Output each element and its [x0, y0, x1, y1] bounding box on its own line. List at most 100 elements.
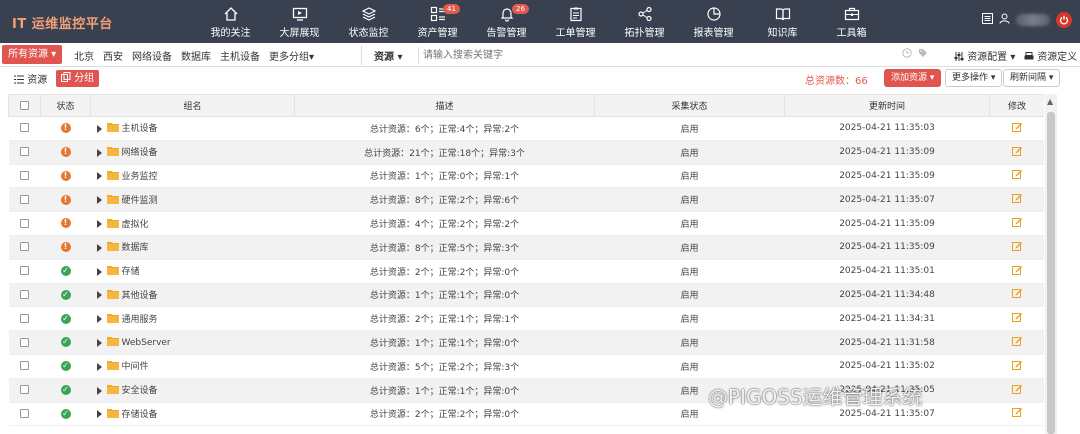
refresh-interval-button[interactable]: 刷新间隔 ▾	[1003, 69, 1061, 87]
group-filter-item[interactable]: 主机设备	[220, 48, 269, 63]
expand-arrow-icon[interactable]	[96, 315, 102, 324]
table-row[interactable]: ! 虚拟化 总计资源：4个；正常:2个；异常:2个 启用 2025-04-21 11:3…	[8, 211, 1044, 236]
edit-icon[interactable]	[1012, 146, 1022, 159]
nav-item-7[interactable]: 报表管理	[679, 0, 748, 43]
group-name-cell[interactable]: 存储设备	[90, 402, 295, 427]
row-select-cell[interactable]	[8, 211, 41, 236]
row-select-cell[interactable]	[8, 140, 41, 165]
group-filter-item[interactable]: 北京	[74, 48, 103, 63]
edit-icon[interactable]	[1012, 193, 1022, 206]
history-clock-icon[interactable]	[902, 48, 912, 61]
edit-cell[interactable]	[989, 211, 1044, 236]
nav-item-6[interactable]: 拓扑管理	[610, 0, 679, 43]
group-name-cell[interactable]: 网络设备	[90, 140, 295, 165]
header-group-name[interactable]: 组名	[90, 94, 295, 117]
group-filter-item[interactable]: 数据库	[181, 48, 220, 63]
group-name-cell[interactable]: 其他设备	[90, 283, 295, 308]
group-name[interactable]: 数据库	[122, 243, 149, 253]
row-checkbox[interactable]	[20, 337, 29, 347]
row-checkbox[interactable]	[20, 385, 29, 395]
expand-arrow-icon[interactable]	[96, 386, 102, 395]
group-name[interactable]: 其他设备	[122, 291, 158, 301]
group-view-button[interactable]: 分组	[56, 70, 100, 87]
header-update-time[interactable]: 更新时间	[784, 94, 990, 117]
scroll-up-icon[interactable]: ▲	[1047, 97, 1053, 106]
nav-item-5[interactable]: 工单管理	[541, 0, 610, 43]
row-select-cell[interactable]	[8, 306, 41, 332]
group-name-cell[interactable]: 安全设备	[90, 378, 295, 403]
edit-cell[interactable]	[989, 330, 1044, 355]
header-select-all[interactable]	[8, 94, 41, 117]
group-name[interactable]: 通用服务	[122, 315, 158, 325]
search-type-dropdown[interactable]: 资源 ▾	[374, 48, 403, 63]
group-name[interactable]: WebServer	[122, 338, 171, 348]
resource-view-button[interactable]: 资源	[14, 71, 47, 86]
row-select-cell[interactable]	[8, 283, 41, 308]
row-checkbox[interactable]	[20, 266, 29, 276]
menu-list-icon[interactable]	[982, 13, 993, 27]
group-name-cell[interactable]: 中间件	[90, 354, 295, 379]
row-checkbox[interactable]	[20, 147, 29, 157]
expand-arrow-icon[interactable]	[96, 172, 102, 181]
row-select-cell[interactable]	[8, 259, 41, 284]
row-checkbox[interactable]	[20, 218, 29, 228]
nav-item-8[interactable]: 知识库	[748, 0, 817, 43]
search-input[interactable]	[418, 47, 888, 63]
row-select-cell[interactable]	[8, 402, 41, 427]
edit-cell[interactable]	[989, 235, 1044, 260]
more-actions-button[interactable]: 更多操作 ▾	[945, 69, 1003, 87]
scroll-thumb[interactable]	[1047, 112, 1055, 434]
edit-icon[interactable]	[1012, 288, 1022, 301]
group-name[interactable]: 虚拟化	[122, 220, 149, 230]
group-name[interactable]: 中间件	[122, 362, 149, 372]
edit-icon[interactable]	[1012, 336, 1022, 349]
expand-arrow-icon[interactable]	[96, 196, 102, 205]
expand-arrow-icon[interactable]	[96, 124, 102, 133]
group-name[interactable]: 网络设备	[122, 148, 158, 158]
row-select-cell[interactable]	[8, 116, 41, 141]
group-filter-item[interactable]: 网络设备	[132, 48, 181, 63]
resource-define-button[interactable]: 资源定义	[1024, 48, 1077, 63]
group-name[interactable]: 主机设备	[122, 124, 158, 134]
edit-icon[interactable]	[1012, 169, 1022, 182]
group-name-cell[interactable]: 虚拟化	[90, 211, 295, 236]
row-select-cell[interactable]	[8, 330, 41, 355]
group-filter-item[interactable]: 西安	[103, 48, 132, 63]
group-name-cell[interactable]: 数据库	[90, 235, 295, 260]
edit-cell[interactable]	[989, 116, 1044, 141]
select-all-checkbox[interactable]	[20, 100, 29, 110]
edit-icon[interactable]	[1012, 265, 1022, 278]
nav-item-2[interactable]: 状态监控	[334, 0, 403, 43]
row-checkbox[interactable]	[20, 313, 29, 323]
edit-icon[interactable]	[1012, 312, 1022, 325]
row-select-cell[interactable]	[8, 187, 41, 213]
tag-icon[interactable]	[918, 48, 928, 61]
table-row[interactable]: ! 网络设备 总计资源：21个；正常:18个；异常:3个 启用 2025-04-21 1…	[8, 140, 1044, 165]
table-row[interactable]: ! 硬件监测 总计资源：8个；正常:2个；异常:6个 启用 2025-04-21 11:…	[8, 187, 1044, 213]
edit-icon[interactable]	[1012, 407, 1022, 420]
nav-item-9[interactable]: 工具箱	[817, 0, 886, 43]
row-checkbox[interactable]	[20, 242, 29, 252]
edit-icon[interactable]	[1012, 217, 1022, 230]
group-name[interactable]: 业务监控	[122, 172, 158, 182]
group-name[interactable]: 存储设备	[122, 410, 158, 420]
expand-arrow-icon[interactable]	[96, 148, 102, 157]
group-name[interactable]: 存储	[122, 267, 140, 277]
row-checkbox[interactable]	[20, 170, 29, 180]
edit-icon[interactable]	[1012, 384, 1022, 397]
row-checkbox[interactable]	[20, 408, 29, 418]
table-row[interactable]: ✓ 其他设备 总计资源：1个；正常:1个；异常:0个 启用 2025-04-21 11:…	[8, 283, 1044, 308]
expand-arrow-icon[interactable]	[96, 243, 102, 252]
edit-cell[interactable]	[989, 187, 1044, 213]
row-checkbox[interactable]	[20, 194, 29, 204]
table-row[interactable]: ✓ 通用服务 总计资源：2个；正常:1个；异常:1个 启用 2025-04-21 11:…	[8, 306, 1044, 332]
all-resources-dropdown[interactable]: 所有资源 ▾	[2, 45, 63, 64]
row-select-cell[interactable]	[8, 378, 41, 403]
add-resource-button[interactable]: 添加资源 ▾	[884, 69, 942, 87]
edit-cell[interactable]	[989, 283, 1044, 308]
group-name-cell[interactable]: 硬件监测	[90, 187, 295, 213]
expand-arrow-icon[interactable]	[96, 362, 102, 371]
group-name[interactable]: 安全设备	[122, 386, 158, 396]
expand-arrow-icon[interactable]	[96, 291, 102, 300]
nav-item-1[interactable]: 大屏展现	[265, 0, 334, 43]
